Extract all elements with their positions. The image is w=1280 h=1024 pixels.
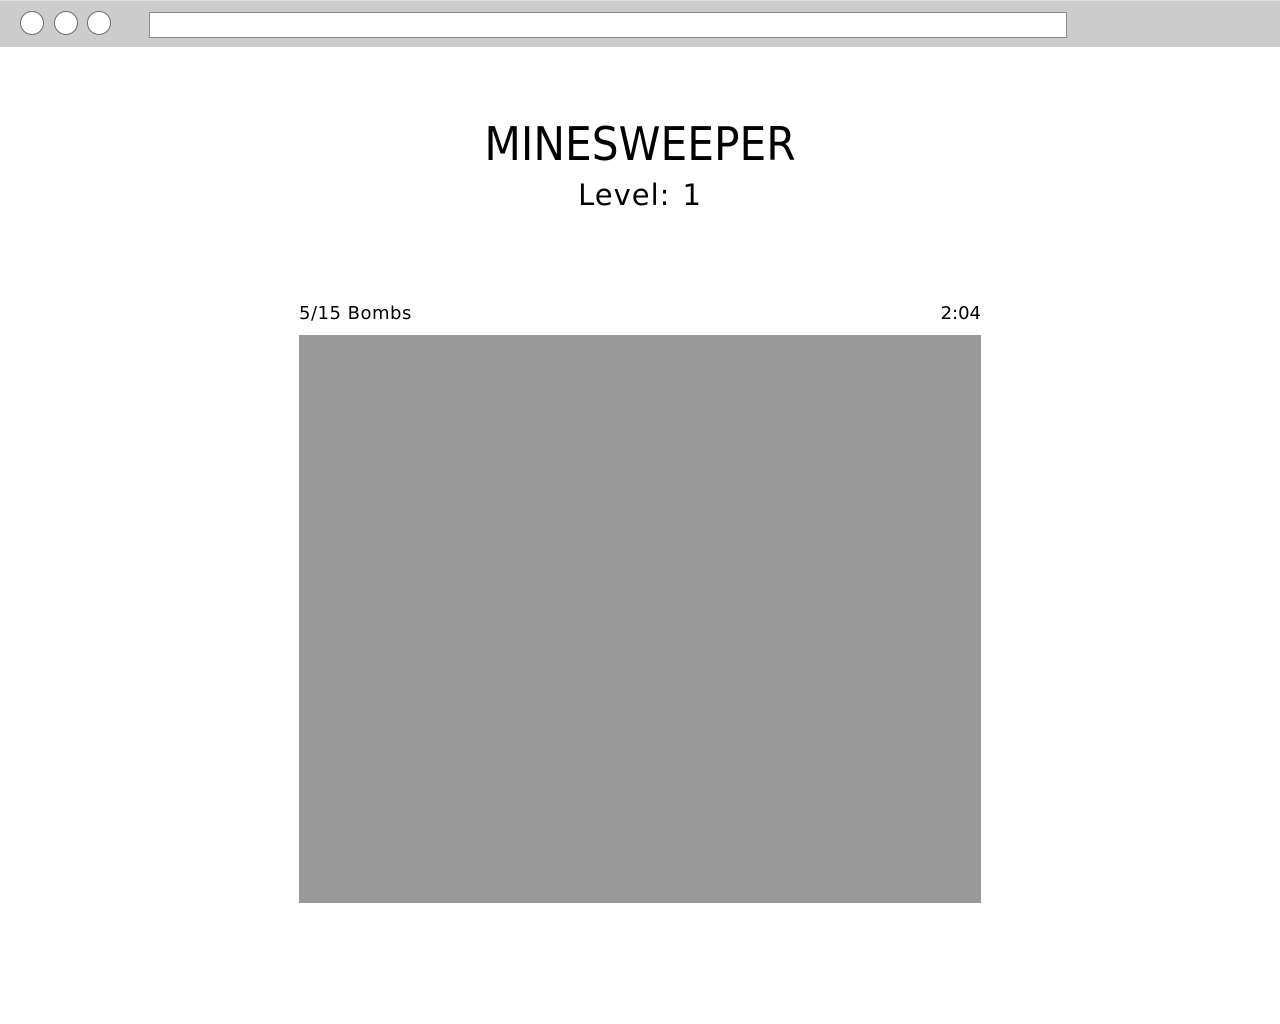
window-button-close[interactable] bbox=[20, 11, 44, 35]
level-indicator: Level: 1 bbox=[0, 175, 1280, 215]
page-title: MINESWEEPER bbox=[484, 117, 796, 171]
window-button-maximize[interactable] bbox=[87, 11, 111, 35]
window-button-minimize[interactable] bbox=[54, 11, 78, 35]
level-label: Level: bbox=[578, 178, 671, 212]
address-bar[interactable] bbox=[149, 12, 1067, 38]
level-value: 1 bbox=[682, 178, 702, 212]
game-board[interactable] bbox=[299, 335, 981, 903]
bomb-counter: 5/15 Bombs bbox=[299, 303, 412, 324]
browser-toolbar bbox=[0, 0, 1280, 47]
timer: 2:04 bbox=[940, 303, 981, 324]
